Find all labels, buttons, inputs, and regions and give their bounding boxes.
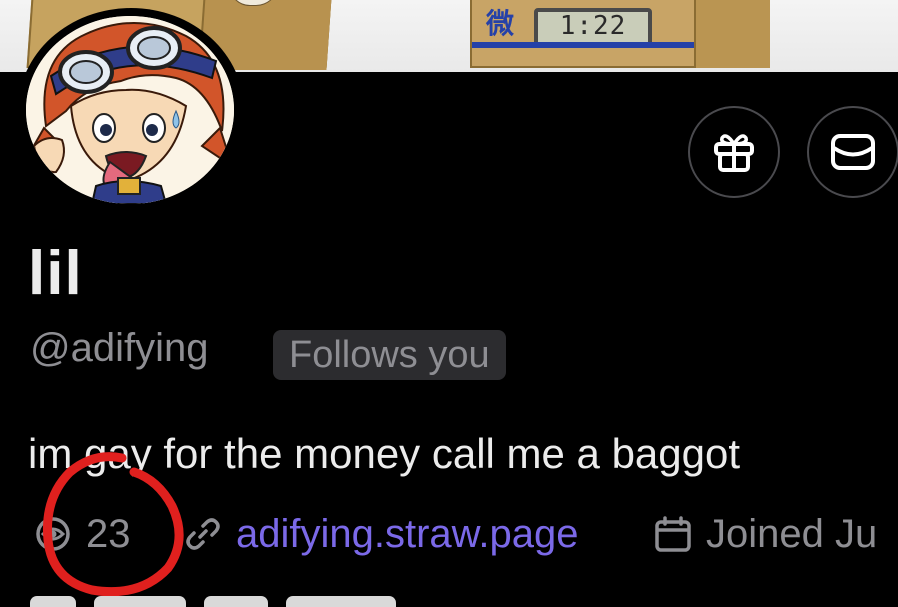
profile-website[interactable]: adifying.straw.page — [180, 506, 578, 562]
profile-meta-row: 23 adifying.straw.page Joined Ju — [30, 506, 898, 562]
gift-button[interactable] — [688, 106, 780, 198]
mail-icon — [831, 134, 875, 170]
website-link[interactable]: adifying.straw.page — [236, 512, 578, 557]
display-name: lil — [28, 239, 83, 308]
profile-bio: im gay for the money call me a baggot — [28, 430, 741, 477]
profile-joined: Joined Ju — [650, 506, 877, 562]
calendar-icon — [650, 511, 696, 557]
gift-icon — [714, 134, 754, 172]
avatar[interactable] — [26, 16, 234, 204]
message-button[interactable] — [807, 106, 898, 198]
follows-you-badge: Follows you — [273, 330, 506, 380]
eye-icon — [30, 511, 76, 557]
profile-handle: @adifying — [30, 326, 209, 370]
profile-views: 23 — [30, 506, 131, 562]
next-line-peek — [30, 596, 430, 607]
views-count: 23 — [86, 511, 131, 556]
banner-clock: 1:22 — [534, 8, 652, 46]
profile-page: 微 1:22 lil @adifying Follows you im gay … — [0, 0, 898, 607]
banner-box-clock: 微 1:22 — [470, 0, 770, 68]
banner-glyph: 微 — [486, 8, 515, 39]
link-icon — [180, 511, 226, 557]
avatar-ring — [18, 8, 244, 212]
avatar-illustration — [26, 16, 234, 204]
joined-date: Joined Ju — [706, 511, 878, 556]
